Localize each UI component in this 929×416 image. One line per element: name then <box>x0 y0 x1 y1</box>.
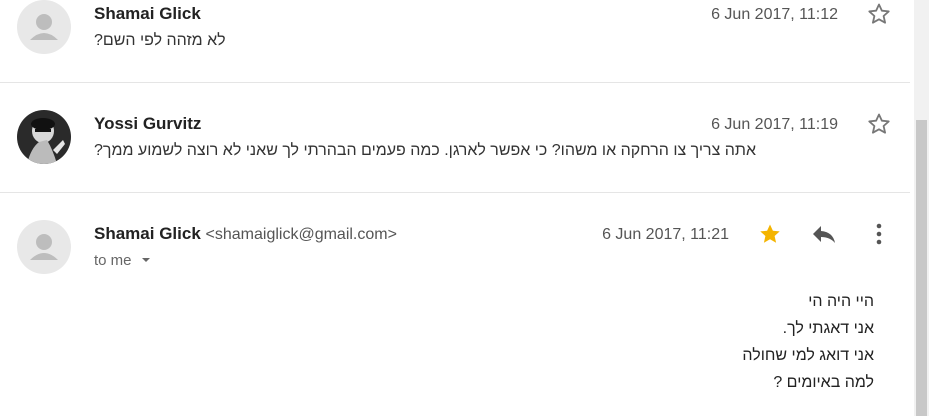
body-line: למה באיומים ? <box>773 374 874 391</box>
message-body: היי היה הי אני דאגתי לך. אני דואג למי שח… <box>742 288 874 396</box>
star-icon[interactable] <box>757 221 783 247</box>
scrollbar-thumb[interactable] <box>916 120 927 416</box>
sender-header: Shamai Glick <shamaiglick@gmail.com> <box>94 224 397 244</box>
message-date: 6 Jun 2017, 11:21 <box>602 226 729 243</box>
sender-name: Yossi Gurvitz <box>94 114 202 133</box>
message-snippet: אתה צריך צו הרחקה או משהו? כי אפשר לארגן… <box>94 142 756 159</box>
person-icon <box>30 14 58 40</box>
dropdown-icon <box>141 258 150 262</box>
sender-name: Shamai Glick <box>94 224 201 243</box>
reply-icon[interactable] <box>811 221 837 247</box>
body-line: היי היה הי <box>808 293 874 310</box>
message-date: 6 Jun 2017, 11:19 <box>711 116 838 133</box>
message-date: 6 Jun 2017, 11:12 <box>711 6 838 23</box>
avatar <box>17 220 71 274</box>
message-snippet: לא מזהה לפי השם? <box>94 32 226 49</box>
message-collapsed[interactable]: Shamai Glick לא מזהה לפי השם? 6 Jun 2017… <box>0 0 910 83</box>
sender-name: Shamai Glick <box>94 4 201 23</box>
body-line: אני דאגתי לך. <box>782 320 874 337</box>
recipient-label: to me <box>94 252 132 269</box>
avatar <box>17 0 71 54</box>
message-collapsed[interactable]: Yossi Gurvitz אתה צריך צו הרחקה או משהו?… <box>0 83 910 193</box>
more-options-icon[interactable] <box>866 221 892 247</box>
body-line: אני דואג למי שחולה <box>742 347 874 364</box>
star-icon[interactable] <box>866 1 892 27</box>
person-icon <box>30 234 58 260</box>
recipient-dropdown[interactable]: to me <box>94 252 152 269</box>
message-expanded: Shamai Glick <shamaiglick@gmail.com> to … <box>0 193 910 416</box>
sender-email: <shamaiglick@gmail.com> <box>205 226 397 243</box>
star-icon[interactable] <box>866 111 892 137</box>
avatar <box>17 110 71 164</box>
